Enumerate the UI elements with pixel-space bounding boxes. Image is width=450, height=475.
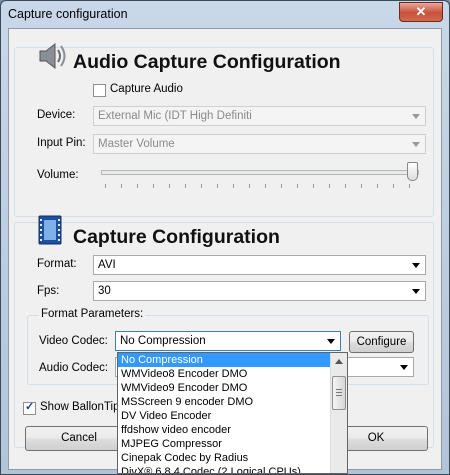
chevron-down-icon	[400, 365, 408, 370]
codec-option[interactable]: WMVideo8 Encoder DMO	[118, 367, 333, 381]
format-value: AVI	[98, 259, 116, 271]
window-title: Capture configuration	[8, 7, 128, 21]
video-codec-label: Video Codec:	[39, 335, 108, 347]
codec-option[interactable]: ffdshow video encoder	[118, 423, 333, 437]
scroll-up-icon[interactable]	[332, 354, 346, 369]
title-bar[interactable]: Capture configuration ✕	[1, 1, 449, 27]
fps-select[interactable]: 30	[93, 281, 426, 301]
volume-ticks	[105, 184, 411, 188]
audio-codec-label: Audio Codec:	[39, 362, 109, 374]
device-label: Device:	[37, 109, 76, 121]
video-codec-select[interactable]: No Compression	[115, 331, 341, 351]
video-codec-dropdown-list[interactable]: No Compression WMVideo8 Encoder DMO WMVi…	[117, 352, 348, 474]
chevron-down-icon	[412, 114, 420, 119]
format-select[interactable]: AVI	[93, 255, 426, 275]
film-icon	[38, 215, 62, 245]
input-pin-value: Master Volume	[98, 138, 175, 150]
codec-option[interactable]: Cinepak Codec by Radius	[118, 451, 333, 465]
codec-option[interactable]: MSScreen 9 encoder DMO	[118, 395, 333, 409]
device-select[interactable]: External Mic (IDT High Definiti	[93, 106, 426, 126]
close-button[interactable]: ✕	[399, 2, 443, 22]
chevron-down-icon	[412, 142, 420, 147]
format-parameters-legend: Format Parameters:	[39, 308, 146, 320]
capture-audio-label: Capture Audio	[110, 83, 183, 95]
codec-option[interactable]: No Compression	[118, 353, 333, 367]
input-pin-select[interactable]: Master Volume	[93, 134, 426, 154]
dropdown-scrollbar[interactable]	[330, 353, 347, 473]
codec-option[interactable]: DV Video Encoder	[118, 409, 333, 423]
video-codec-value: No Compression	[120, 335, 206, 347]
codec-option[interactable]: WMVideo9 Encoder DMO	[118, 381, 333, 395]
volume-slider-track[interactable]	[101, 170, 419, 175]
input-pin-label: Input Pin:	[37, 137, 86, 149]
speaker-icon	[39, 42, 66, 70]
capture-audio-checkbox[interactable]	[93, 84, 106, 97]
codec-option[interactable]: DivX® 6.8.4 Codec (2 Logical CPUs)	[118, 465, 333, 473]
show-tip-label: Show BallonTip	[40, 401, 120, 413]
scroll-thumb[interactable]	[332, 376, 346, 410]
show-tip-checkbox[interactable]	[23, 400, 36, 415]
chevron-down-icon	[412, 289, 420, 294]
capture-heading: Capture Configuration	[73, 226, 280, 248]
volume-slider-thumb[interactable]	[407, 162, 418, 181]
format-label: Format:	[37, 258, 77, 270]
configure-button[interactable]: Configure	[349, 331, 414, 353]
chevron-down-icon	[412, 263, 420, 268]
chevron-down-icon	[327, 339, 335, 344]
audio-heading: Audio Capture Configuration	[73, 51, 341, 73]
dialog-client-area: Audio Capture Configuration Capture Audi…	[8, 28, 442, 474]
codec-option[interactable]: MJPEG Compressor	[118, 437, 333, 451]
dialog-window: Capture configuration ✕ Audio Capture Co…	[0, 0, 450, 475]
volume-label: Volume:	[37, 169, 79, 181]
device-value: External Mic (IDT High Definiti	[98, 110, 252, 122]
fps-label: Fps:	[37, 285, 60, 297]
fps-value: 30	[98, 285, 111, 297]
